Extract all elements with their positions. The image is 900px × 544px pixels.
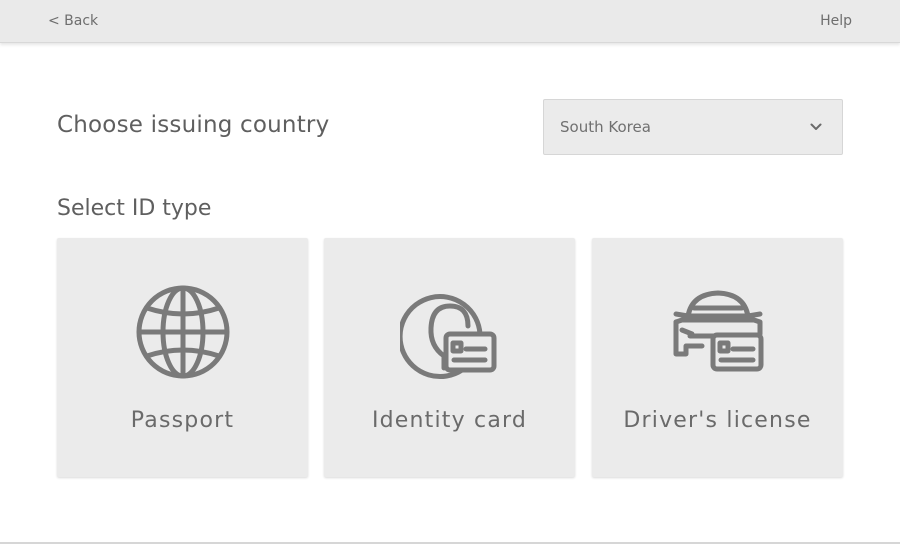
back-link[interactable]: < Back <box>48 13 98 29</box>
country-select-value: South Korea <box>560 118 651 136</box>
identity-card-option[interactable]: Identity card <box>324 238 575 477</box>
passport-label: Passport <box>130 408 235 433</box>
top-bar: < Back Help <box>0 0 900 43</box>
drivers-license-option[interactable]: Driver's license <box>592 238 843 477</box>
passport-option[interactable]: Passport <box>57 238 308 477</box>
id-card-icon <box>399 294 496 379</box>
drivers-license-label: Driver's license <box>623 408 812 433</box>
help-link[interactable]: Help <box>820 13 852 29</box>
identity-card-label: Identity card <box>371 408 528 433</box>
car-license-icon <box>673 290 763 372</box>
country-heading: Choose issuing country <box>57 112 330 138</box>
globe-icon <box>136 285 229 379</box>
country-select[interactable]: South Korea <box>543 99 843 155</box>
id-type-heading: Select ID type <box>57 196 212 221</box>
chevron-down-icon <box>810 123 822 130</box>
